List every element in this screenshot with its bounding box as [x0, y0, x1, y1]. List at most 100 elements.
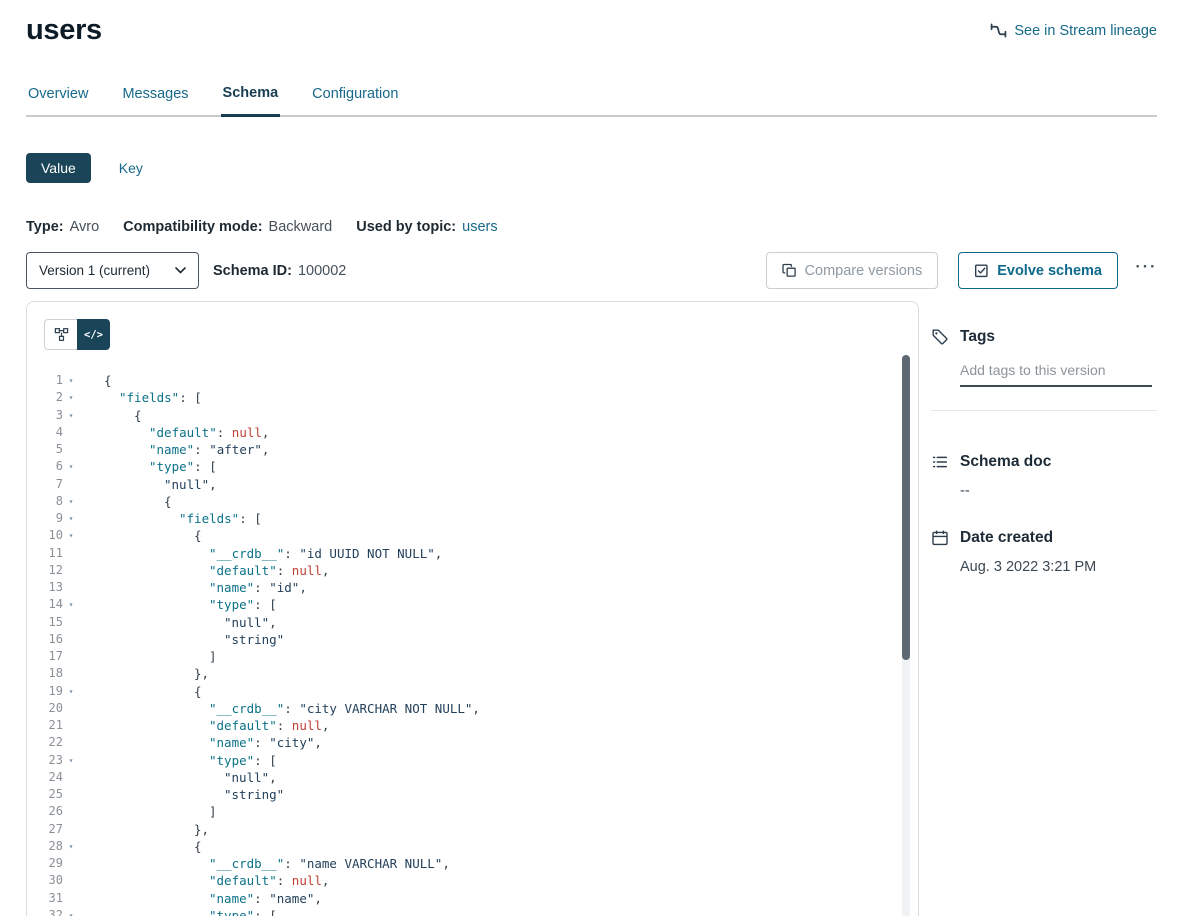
evolve-schema-icon — [974, 263, 989, 278]
used-by-topic: Used by topic: users — [356, 219, 497, 235]
code-line-content: { — [79, 527, 202, 544]
compare-versions-button[interactable]: Compare versions — [766, 252, 939, 289]
tags-title: Tags — [960, 328, 995, 346]
date-created-header: Date created — [931, 529, 1157, 547]
line-number: 20 — [27, 700, 63, 717]
code-line-content: ] — [79, 803, 217, 820]
tab-schema[interactable]: Schema — [221, 85, 281, 117]
code-line: 20"__crdb__": "city VARCHAR NOT NULL", — [27, 700, 918, 717]
list-icon — [931, 453, 949, 471]
compatibility-mode: Compatibility mode: Backward — [123, 219, 332, 235]
code-view-button[interactable]: </> — [77, 319, 110, 350]
stream-lineage-label: See in Stream lineage — [1014, 23, 1157, 39]
schema-doc-section: Schema doc -- — [931, 453, 1157, 499]
line-number: 18 — [27, 665, 63, 682]
code-editor[interactable]: 1▾{2▾"fields": [3▾{4"default": null,5"na… — [27, 372, 918, 916]
fold-spacer — [63, 890, 79, 907]
code-line: 5"name": "after", — [27, 441, 918, 458]
fold-arrow-icon[interactable]: ▾ — [63, 838, 79, 855]
line-number: 1 — [27, 372, 63, 389]
stream-lineage-link[interactable]: See in Stream lineage — [990, 22, 1157, 39]
fold-spacer — [63, 579, 79, 596]
schema-content: </> 1▾{2▾"fields": [3▾{4"default": null,… — [26, 301, 1157, 916]
fold-arrow-icon[interactable]: ▾ — [63, 389, 79, 406]
tab-configuration[interactable]: Configuration — [310, 85, 400, 115]
fold-spacer — [63, 872, 79, 889]
line-number: 26 — [27, 803, 63, 820]
vertical-scrollbar[interactable] — [902, 355, 910, 916]
topic-link[interactable]: users — [462, 219, 497, 235]
code-line-content: { — [79, 683, 202, 700]
code-line: 8▾{ — [27, 493, 918, 510]
fold-arrow-icon[interactable]: ▾ — [63, 683, 79, 700]
code-line-content: "name": "city", — [79, 734, 322, 751]
fold-spacer — [63, 614, 79, 631]
schema-type-value: Avro — [70, 219, 100, 235]
fold-arrow-icon[interactable]: ▾ — [63, 510, 79, 527]
date-created-section: Date created Aug. 3 2022 3:21 PM — [931, 529, 1157, 575]
fold-arrow-icon[interactable]: ▾ — [63, 907, 79, 916]
line-number: 19 — [27, 683, 63, 700]
schema-page: users See in Stream lineage Overview Mes… — [0, 0, 1189, 916]
used-by-topic-label: Used by topic: — [356, 219, 456, 235]
value-toggle-button[interactable]: Value — [26, 153, 91, 183]
code-line: 6▾"type": [ — [27, 458, 918, 475]
line-number: 28 — [27, 838, 63, 855]
scrollbar-thumb[interactable] — [902, 355, 910, 660]
fold-arrow-icon[interactable]: ▾ — [63, 596, 79, 613]
line-number: 27 — [27, 821, 63, 838]
tree-view-button[interactable] — [44, 319, 77, 350]
code-line-content: }, — [79, 665, 209, 682]
schema-id: Schema ID: 100002 — [213, 263, 346, 279]
code-line: 15"null", — [27, 614, 918, 631]
schema-sidebar: Tags Schema doc -- — [919, 301, 1157, 916]
code-line: 31"name": "name", — [27, 890, 918, 907]
line-number: 6 — [27, 458, 63, 475]
key-toggle-button[interactable]: Key — [119, 160, 143, 176]
fold-arrow-icon[interactable]: ▾ — [63, 752, 79, 769]
code-line-content: "string" — [79, 786, 284, 803]
line-number: 11 — [27, 545, 63, 562]
code-line-content: "default": null, — [79, 717, 329, 734]
calendar-icon — [931, 529, 949, 547]
line-number: 2 — [27, 389, 63, 406]
code-line: 14▾"type": [ — [27, 596, 918, 613]
schema-controls-row: Version 1 (current) Schema ID: 100002 Co… — [26, 252, 1157, 289]
tab-messages[interactable]: Messages — [120, 85, 190, 115]
fold-arrow-icon[interactable]: ▾ — [63, 458, 79, 475]
code-line: 17] — [27, 648, 918, 665]
code-line: 4"default": null, — [27, 424, 918, 441]
fold-spacer — [63, 821, 79, 838]
code-line: 9▾"fields": [ — [27, 510, 918, 527]
fold-arrow-icon[interactable]: ▾ — [63, 493, 79, 510]
code-line-content: { — [79, 372, 112, 389]
tab-overview[interactable]: Overview — [26, 85, 90, 115]
code-line-content: "default": null, — [79, 562, 329, 579]
fold-arrow-icon[interactable]: ▾ — [63, 527, 79, 544]
date-created-title: Date created — [960, 529, 1053, 547]
evolve-schema-button[interactable]: Evolve schema — [958, 252, 1118, 289]
fold-arrow-icon[interactable]: ▾ — [63, 372, 79, 389]
fold-arrow-icon[interactable]: ▾ — [63, 407, 79, 424]
code-line-content: "null", — [79, 769, 277, 786]
version-select[interactable]: Version 1 (current) — [26, 252, 199, 289]
code-line: 3▾{ — [27, 407, 918, 424]
page-title: users — [26, 14, 102, 47]
schema-doc-title: Schema doc — [960, 453, 1051, 471]
code-view-icon: </> — [84, 329, 103, 341]
schema-id-label: Schema ID: — [213, 263, 292, 279]
tags-header: Tags — [931, 328, 1157, 346]
code-line-content: "name": "id", — [79, 579, 307, 596]
fold-spacer — [63, 855, 79, 872]
more-options-button[interactable]: ⋯ — [1134, 255, 1157, 287]
fold-spacer — [63, 631, 79, 648]
code-line-content: "null", — [79, 476, 217, 493]
code-line: 19▾{ — [27, 683, 918, 700]
code-line-content: "fields": [ — [79, 389, 202, 406]
code-line-content: "default": null, — [79, 872, 329, 889]
fold-spacer — [63, 476, 79, 493]
fold-spacer — [63, 717, 79, 734]
add-tags-input[interactable] — [960, 362, 1152, 387]
fold-spacer — [63, 700, 79, 717]
code-line-content: "fields": [ — [79, 510, 262, 527]
